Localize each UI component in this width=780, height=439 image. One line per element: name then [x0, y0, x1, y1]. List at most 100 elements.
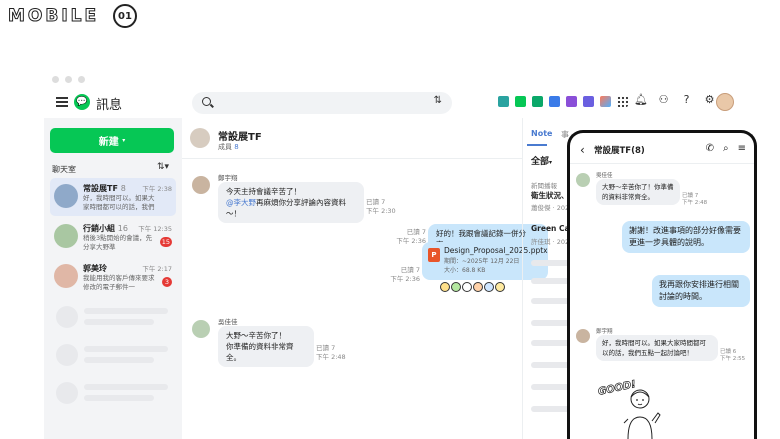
- app-shortcut-icon[interactable]: [549, 96, 560, 107]
- app-shortcut-icon[interactable]: [600, 96, 611, 107]
- members-count: 8: [234, 143, 239, 151]
- room-item[interactable]: 郭美玲 下午 2:17 我能用我的客戶傳來要求修改的電子郵件一 3: [50, 258, 176, 296]
- chevron-down-icon: ▾: [122, 137, 126, 144]
- reaction-stickers[interactable]: [440, 282, 505, 292]
- message-bubble: 大野～辛苦你了！ 你準備的資料非常齊全。: [218, 326, 314, 367]
- reaction-face-icon: [462, 282, 472, 292]
- phone-call-icon[interactable]: ✆: [706, 143, 714, 154]
- help-icon[interactable]: ?: [680, 93, 693, 106]
- gear-icon[interactable]: ⚙: [703, 93, 716, 106]
- watermark-logo: MOBILE: [7, 6, 100, 27]
- reaction-face-icon: [440, 282, 450, 292]
- new-button-label: 新建: [98, 137, 119, 148]
- message-time: 下午 2:55: [720, 356, 746, 362]
- read-count: 已讀 7: [400, 266, 420, 274]
- room-time: 下午 2:38: [142, 185, 172, 193]
- placeholder-line: [84, 357, 154, 363]
- room-name: 行銷小組 16: [83, 223, 128, 234]
- pptx-file-icon: P: [428, 248, 440, 262]
- reaction-face-icon: [495, 282, 505, 292]
- tab-note[interactable]: Note: [531, 129, 552, 138]
- message-meta: 已讀 7 下午 2:30: [366, 198, 416, 216]
- app-shortcut-icon[interactable]: [532, 96, 543, 107]
- chevron-down-icon: ▾: [549, 159, 553, 166]
- search-input[interactable]: ⇅: [192, 92, 452, 114]
- message-bubble: 我再跟你安排進行相關討論的時間。: [652, 275, 750, 307]
- file-size: 大小：68.8 KB: [444, 267, 486, 274]
- app-logo-icon: 💬: [74, 94, 90, 110]
- chat-members[interactable]: 成員 8: [218, 142, 239, 152]
- placeholder-line: [84, 395, 154, 401]
- chat-panel: 常設展TF 成員 8 鄭宇翔 今天主持會議辛苦了！ @李大野再麻煩你分享評論內容…: [182, 118, 548, 439]
- room-count: 16: [117, 224, 128, 233]
- search-filter-icon[interactable]: ⇅: [434, 95, 442, 106]
- room-avatar: [54, 264, 78, 288]
- app-shortcut-icon[interactable]: [583, 96, 594, 107]
- room-count: 8: [120, 184, 126, 193]
- read-count: 已讀 7: [316, 344, 336, 352]
- avatar: [576, 329, 590, 343]
- sticker: GOOD!: [596, 377, 666, 439]
- avatar: [192, 176, 210, 194]
- menu-icon[interactable]: ≡: [738, 143, 746, 154]
- app-shortcut-icon[interactable]: [498, 96, 509, 107]
- message-line: 今天主持會議辛苦了！: [226, 187, 301, 196]
- message-sender: 鄭宇翔: [596, 329, 613, 335]
- reaction-face-icon: [451, 282, 461, 292]
- org-icon[interactable]: ⚇: [657, 93, 670, 106]
- room-avatar: [54, 184, 78, 208]
- sticker-figure-icon: [623, 389, 661, 439]
- app-shortcut-icon[interactable]: [566, 96, 577, 107]
- sort-icon[interactable]: ⇅▾: [157, 162, 169, 172]
- watermark-badge: 01: [113, 4, 137, 28]
- app-title: 訊息: [96, 98, 123, 113]
- search-icon[interactable]: ⌕: [723, 143, 729, 154]
- phone-actions: ✆ ⌕ ≡: [706, 143, 746, 154]
- room-name: 常設展TF 8: [83, 183, 126, 194]
- room-preview: 稍後3點開始的會議，先分享大野準: [83, 234, 153, 251]
- room-name: 郭美玲: [83, 263, 107, 274]
- placeholder-line: [531, 362, 571, 368]
- avatar[interactable]: [716, 93, 734, 111]
- unread-badge: 15: [159, 237, 172, 247]
- app-shortcut-icon[interactable]: [515, 96, 526, 107]
- message-sender: 吳佳佳: [218, 318, 238, 326]
- room-item[interactable]: 常設展TF 8 下午 2:38 好，我時間可以。如果大家時間都可以的話，我們五點…: [50, 178, 176, 216]
- section-title: 聊天室: [52, 165, 76, 174]
- note-filter[interactable]: 全部▾: [531, 154, 552, 167]
- divider: [570, 163, 754, 164]
- new-button[interactable]: 新建 ▾: [50, 128, 174, 153]
- message-meta: 已讀 7 下午 2:48: [316, 344, 366, 362]
- message-meta: 已讀 7 下午 2:48: [682, 193, 722, 207]
- message-time: 下午 2:36: [390, 275, 420, 283]
- window-dot: [52, 76, 59, 83]
- mention-link[interactable]: @李大野: [226, 198, 256, 207]
- back-icon[interactable]: ‹: [580, 143, 585, 157]
- room-item[interactable]: 行銷小組 16 下午 12:35 稍後3點開始的會議，先分享大野準 15: [50, 218, 176, 256]
- avatar: [192, 320, 210, 338]
- bell-icon[interactable]: 🔔︎: [634, 93, 648, 106]
- message-time: 下午 2:48: [682, 200, 708, 206]
- placeholder-avatar: [56, 382, 78, 404]
- message-bubble: 大野～辛苦你了！你準備的資料非常齊全。: [596, 179, 680, 205]
- sidebar: 新建 ▾ 聊天室 ⇅▾ 常設展TF 8 下午 2:38 好，我時間可以。如果大家…: [44, 118, 182, 439]
- app-grid-icon[interactable]: [617, 96, 628, 107]
- note-title: 新聞播報: [531, 182, 557, 190]
- search-icon: [202, 97, 211, 106]
- message-bubble: 今天主持會議辛苦了！ @李大野再麻煩你分享評論內容資料～！: [218, 182, 364, 223]
- menu-icon[interactable]: [56, 97, 68, 107]
- room-preview: 我能用我的客戶傳來要求修改的電子郵件一: [83, 274, 155, 291]
- window-dot: [78, 76, 85, 83]
- message-time: 下午 2:30: [366, 207, 396, 215]
- window-controls: [52, 76, 85, 83]
- room-time: 下午 2:17: [142, 265, 172, 273]
- chat-avatar: [190, 128, 210, 148]
- placeholder-line: [531, 298, 571, 304]
- placeholder-avatar: [56, 306, 78, 328]
- room-name-text: 常設展TF: [83, 184, 118, 193]
- read-count: 已讀 7: [406, 228, 426, 236]
- note-sub: 衛生狀況、: [531, 191, 569, 200]
- message-time: 下午 2:36: [396, 237, 426, 245]
- placeholder-line: [84, 319, 154, 325]
- unread-badge: 3: [162, 277, 172, 287]
